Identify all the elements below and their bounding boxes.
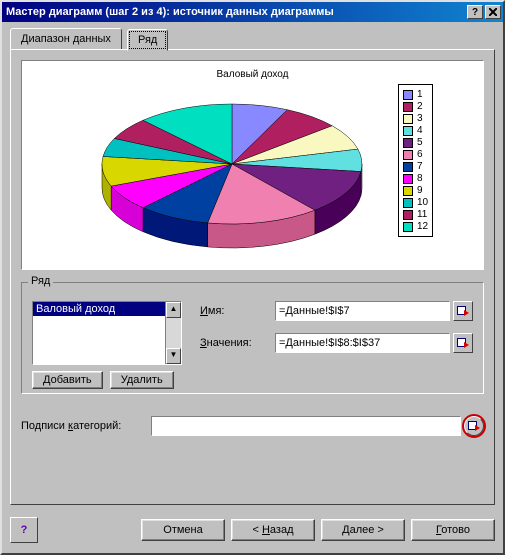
legend-label: 5 — [417, 137, 423, 148]
legend-swatch-icon — [403, 126, 413, 136]
window-title: Мастер диаграмм (шаг 2 из 4): источник д… — [6, 6, 465, 18]
legend-label: 10 — [417, 197, 428, 208]
legend-label: 3 — [417, 113, 423, 124]
legend-swatch-icon — [403, 138, 413, 148]
titlebar: Мастер диаграмм (шаг 2 из 4): источник д… — [2, 2, 503, 22]
collapse-dialog-button-name[interactable] — [453, 301, 473, 321]
help-titlebar-button[interactable]: ? — [467, 5, 483, 19]
legend-swatch-icon — [403, 90, 413, 100]
series-groupbox: Ряд Валовый доход ▲ ▼ Имя: Значе — [21, 282, 484, 394]
legend-item: 8 — [403, 173, 428, 184]
legend-swatch-icon — [403, 114, 413, 124]
chart-preview: Валовый доход 123456789101112 — [21, 60, 484, 270]
tab-strip: Диапазон данных Ряд — [10, 28, 495, 50]
legend-swatch-icon — [403, 186, 413, 196]
cancel-button[interactable]: Отмена — [141, 519, 225, 541]
tab-series[interactable]: Ряд — [127, 29, 168, 51]
legend-label: 4 — [417, 125, 423, 136]
groupbox-title: Ряд — [28, 275, 53, 287]
name-label: Имя: — [200, 305, 275, 317]
scroll-down-icon[interactable]: ▼ — [166, 348, 181, 364]
collapse-dialog-button-categories[interactable] — [464, 416, 484, 436]
chart-wizard-window: Мастер диаграмм (шаг 2 из 4): источник д… — [0, 0, 505, 555]
legend-label: 7 — [417, 161, 423, 172]
legend-item: 5 — [403, 137, 428, 148]
range-ref-icon — [457, 306, 469, 316]
categories-label: Подписи категорий: — [21, 420, 151, 432]
help-button[interactable]: ? — [10, 517, 38, 543]
legend-label: 9 — [417, 185, 423, 196]
close-button[interactable] — [485, 5, 501, 19]
legend-label: 2 — [417, 101, 423, 112]
finish-button[interactable]: Готово — [411, 519, 495, 541]
legend-swatch-icon — [403, 102, 413, 112]
values-label: Значения: — [200, 337, 275, 349]
add-series-button[interactable]: Добавить — [32, 371, 103, 389]
legend-swatch-icon — [403, 210, 413, 220]
legend-label: 11 — [417, 209, 427, 220]
tab-page-series: Валовый доход 123456789101112 Ряд Валовы… — [10, 49, 495, 505]
close-icon — [489, 8, 497, 16]
list-item[interactable]: Валовый доход — [33, 302, 181, 316]
legend-swatch-icon — [403, 150, 413, 160]
legend-swatch-icon — [403, 198, 413, 208]
legend-label: 1 — [417, 89, 423, 100]
legend-item: 12 — [403, 221, 428, 232]
categories-field[interactable] — [151, 416, 461, 436]
legend-item: 2 — [403, 101, 428, 112]
tab-data-range[interactable]: Диапазон данных — [10, 28, 122, 50]
name-field[interactable] — [275, 301, 450, 321]
remove-series-button[interactable]: Удалить — [110, 371, 174, 389]
legend-label: 12 — [417, 221, 428, 232]
next-button[interactable]: Далее > — [321, 519, 405, 541]
legend-item: 10 — [403, 197, 428, 208]
legend-swatch-icon — [403, 162, 413, 172]
values-field[interactable] — [275, 333, 450, 353]
legend-label: 8 — [417, 173, 423, 184]
legend-item: 4 — [403, 125, 428, 136]
legend-swatch-icon — [403, 222, 413, 232]
collapse-dialog-button-values[interactable] — [453, 333, 473, 353]
scroll-up-icon[interactable]: ▲ — [166, 302, 181, 318]
chart-legend: 123456789101112 — [398, 84, 433, 237]
legend-item: 7 — [403, 161, 428, 172]
legend-label: 6 — [417, 149, 423, 160]
series-listbox[interactable]: Валовый доход ▲ ▼ — [32, 301, 182, 365]
range-ref-icon — [457, 338, 469, 348]
legend-item: 11 — [403, 209, 428, 220]
client-area: Диапазон данных Ряд Валовый доход 123456… — [2, 22, 503, 514]
listbox-scrollbar[interactable]: ▲ ▼ — [165, 302, 181, 364]
legend-item: 9 — [403, 185, 428, 196]
legend-swatch-icon — [403, 174, 413, 184]
pie-chart-icon — [72, 84, 392, 254]
chart-title: Валовый доход — [28, 69, 477, 80]
legend-item: 6 — [403, 149, 428, 160]
back-button[interactable]: < Назад — [231, 519, 315, 541]
legend-item: 1 — [403, 89, 428, 100]
range-ref-icon — [468, 421, 480, 431]
legend-item: 3 — [403, 113, 428, 124]
wizard-footer: ? Отмена < Назад Далее > Готово — [10, 515, 495, 545]
